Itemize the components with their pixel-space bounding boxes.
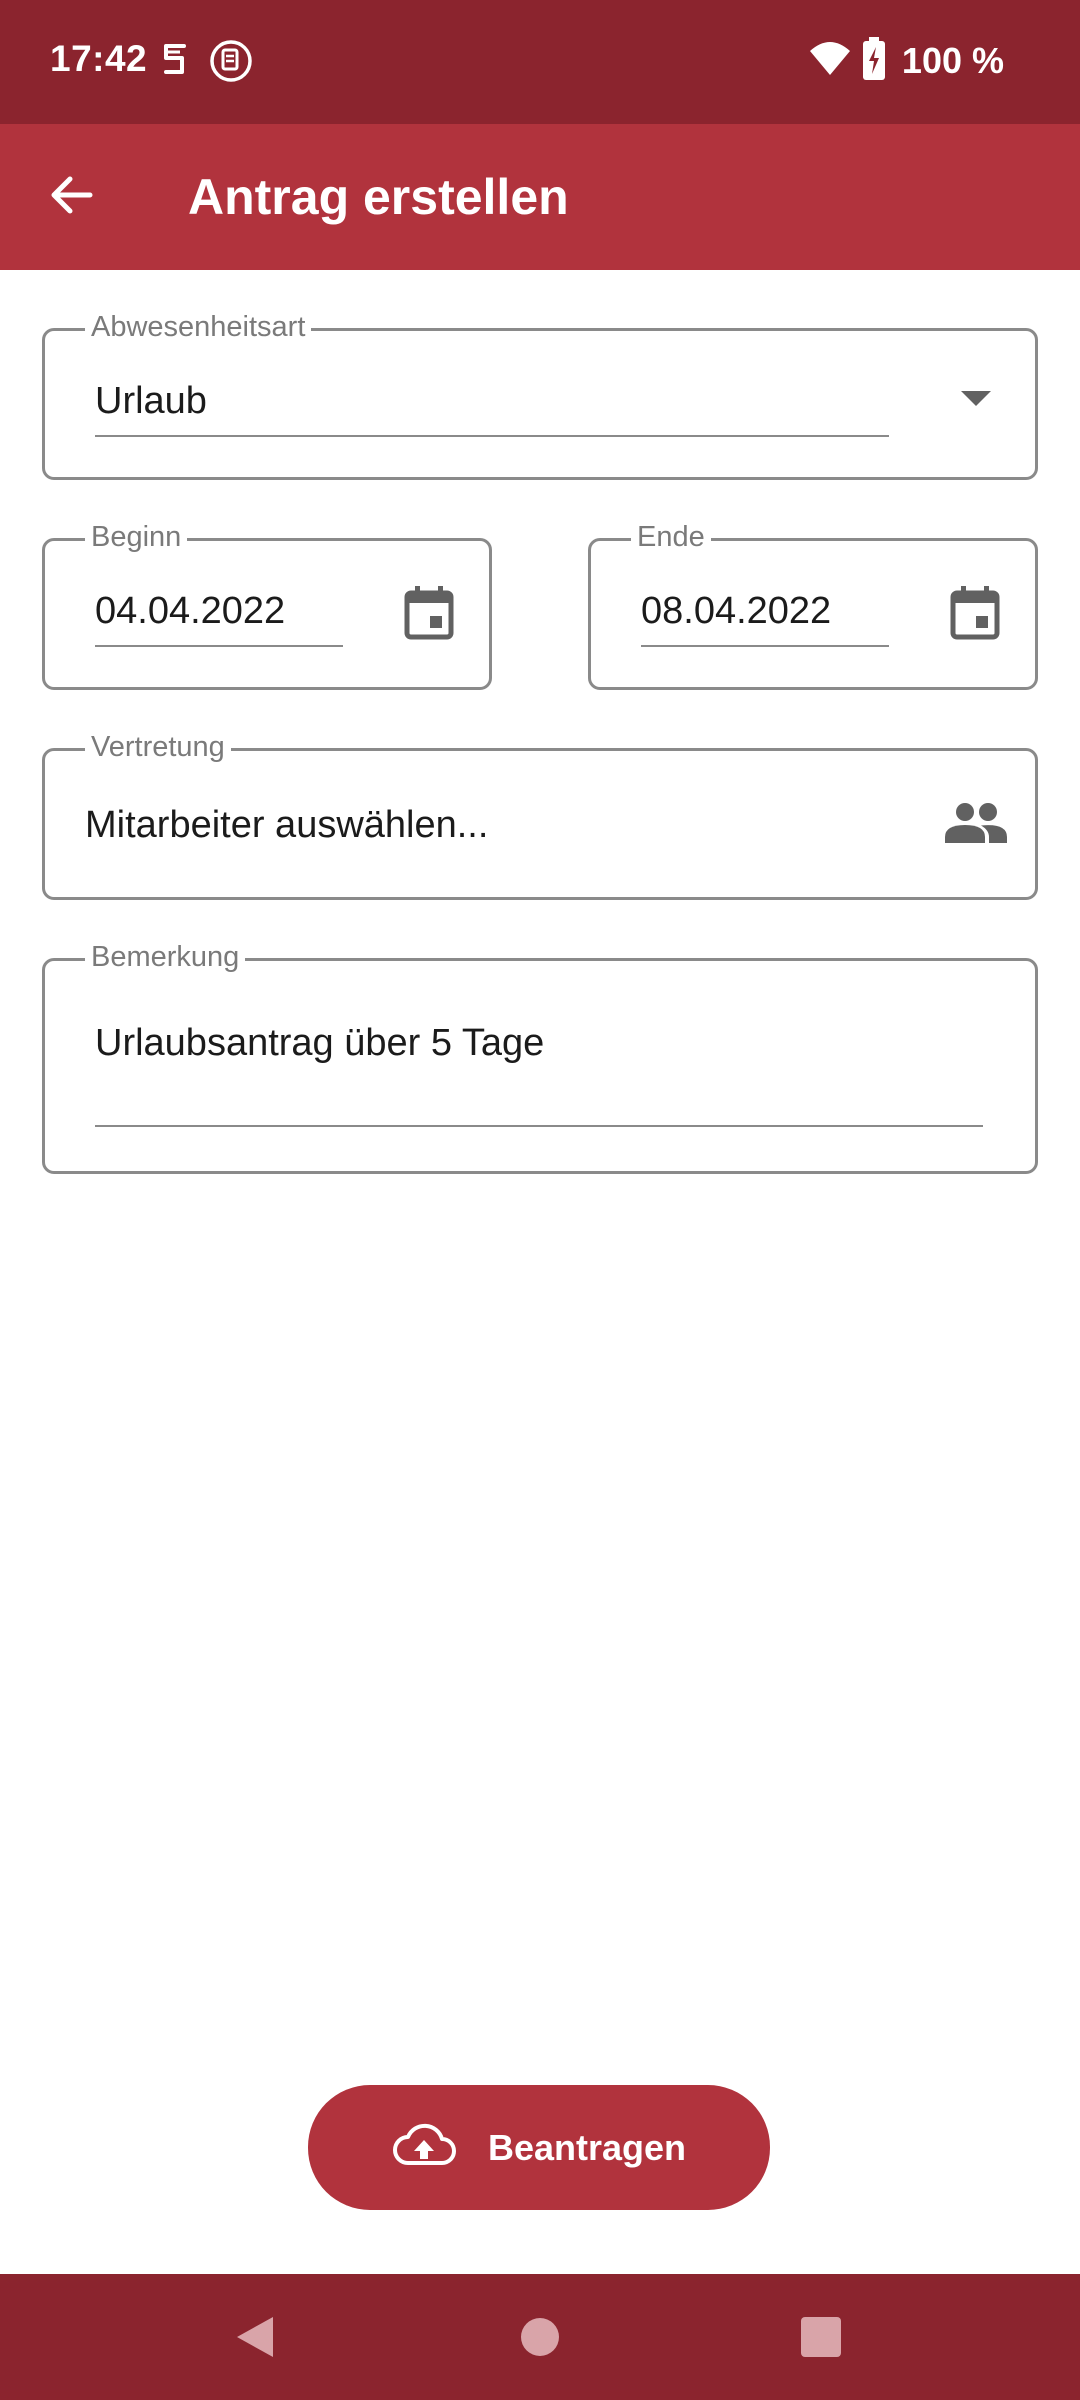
end-date-underline [641, 645, 889, 647]
remark-field[interactable]: Bemerkung Urlaubsantrag über 5 Tage [42, 939, 1038, 1174]
end-date-field[interactable]: Ende 08.04.2022 [588, 519, 1038, 690]
remark-label: Bemerkung [85, 939, 246, 975]
substitute-field[interactable]: Vertretung Mitarbeiter auswählen... [42, 729, 1038, 900]
end-date-value: 08.04.2022 [641, 590, 832, 632]
nav-recents-button[interactable] [786, 2304, 856, 2374]
dropdown-arrow-icon[interactable] [959, 389, 993, 414]
back-triangle-icon [233, 2314, 277, 2365]
arrow-left-icon [48, 172, 94, 223]
screen: 17:42 100 % Antrag erstellen Abwesenheit… [0, 0, 1080, 2400]
remark-underline [95, 1125, 983, 1127]
substitute-label: Vertretung [85, 729, 231, 765]
battery-text: 100 % [901, 40, 1004, 81]
nav-back-button[interactable] [220, 2304, 290, 2374]
home-circle-icon [519, 2316, 561, 2363]
s-icon [152, 38, 198, 84]
app-notification-icon [208, 38, 254, 84]
app-bar: Antrag erstellen [0, 124, 1080, 270]
recents-square-icon [800, 2316, 842, 2363]
submit-button[interactable]: Beantragen [308, 2085, 770, 2210]
absence-type-underline [95, 435, 889, 437]
begin-date-underline [95, 645, 343, 647]
remark-value[interactable]: Urlaubsantrag über 5 Tage [95, 1019, 544, 1067]
begin-date-value: 04.04.2022 [95, 590, 286, 632]
submit-label: Beantragen [487, 2126, 687, 2168]
battery-charging-icon [862, 36, 886, 86]
calendar-icon[interactable] [949, 585, 1001, 646]
status-time: 17:42 [50, 38, 148, 79]
page-title: Antrag erstellen [188, 169, 569, 225]
absence-type-label: Abwesenheitsart [85, 309, 312, 345]
wifi-icon [808, 39, 852, 84]
absence-type-field[interactable]: Abwesenheitsart Urlaub [42, 309, 1038, 480]
substitute-value: Mitarbeiter auswählen... [85, 804, 489, 846]
status-bar: 17:42 100 % [0, 0, 1080, 124]
end-date-label: Ende [631, 519, 711, 555]
begin-date-field[interactable]: Beginn 04.04.2022 [42, 519, 492, 690]
people-icon[interactable] [945, 801, 1007, 850]
cloud-upload-icon [392, 2123, 456, 2172]
back-button[interactable] [26, 160, 116, 234]
absence-type-value: Urlaub [95, 380, 207, 422]
begin-date-label: Beginn [85, 519, 188, 555]
nav-home-button[interactable] [505, 2304, 575, 2374]
status-right: 100 % [808, 36, 1004, 86]
navigation-bar [0, 2274, 1080, 2400]
calendar-icon[interactable] [403, 585, 455, 646]
